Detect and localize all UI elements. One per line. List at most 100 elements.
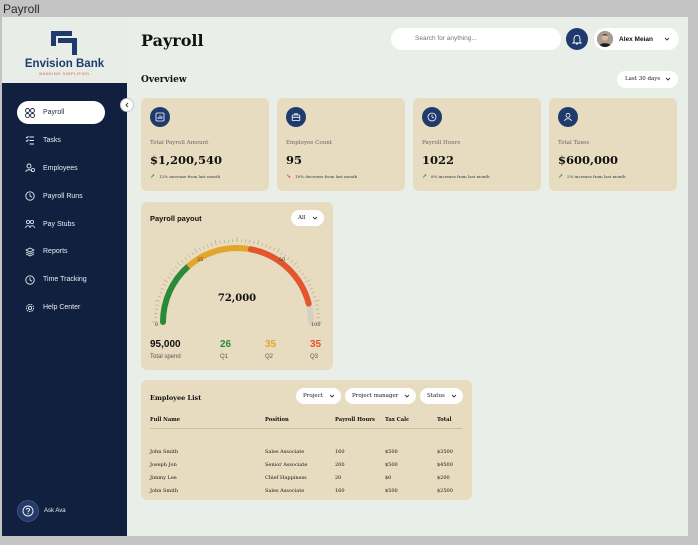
gauge-tick: [219, 240, 221, 244]
cell-position: Sales Associate: [265, 488, 305, 494]
cell-position: Senior Associate: [265, 462, 308, 468]
sidebar-item-pay-stubs[interactable]: Pay Stubs: [17, 213, 105, 236]
gauge-tick: [207, 244, 209, 248]
app-frame: Envision Bank BANKING SIMPLIFIED Payroll…: [2, 17, 688, 536]
notifications-button[interactable]: [566, 28, 588, 50]
sidebar-item-tasks[interactable]: Tasks: [17, 129, 105, 152]
arrow-down-icon: ↘: [286, 173, 292, 180]
gauge-tick: [167, 276, 171, 279]
gauge-tick: [273, 247, 275, 251]
arrow-up-icon: ↗: [558, 173, 564, 180]
cell-full-name: John Smith: [150, 449, 179, 455]
gauge-tick: [176, 261, 181, 266]
gauge-tick: [315, 304, 319, 306]
arrow-up-icon: ↗: [422, 173, 428, 180]
sidebar-item-help-center[interactable]: Help Center: [17, 296, 105, 319]
payroll-payout-card: Payroll payout All 0 25 50 100 72,000 95…: [141, 202, 333, 370]
cell-total: $3500: [437, 449, 453, 455]
stat-label: Employee Count: [286, 140, 333, 146]
collapse-sidebar-button[interactable]: [120, 98, 134, 112]
sidebar-item-payroll[interactable]: Payroll: [17, 101, 105, 124]
column-header-full-name: Full Name: [150, 417, 181, 423]
stat-value: $600,000: [558, 153, 619, 167]
gauge-tick: [306, 279, 311, 283]
gauge-tick: [299, 269, 302, 272]
cell-payroll-hours: 200: [335, 462, 345, 468]
gauge-tick: [293, 261, 298, 266]
sidebar-item-time-tracking[interactable]: Time Tracking: [17, 268, 105, 291]
user-name: Alex Meian: [619, 35, 653, 43]
sidebar-item-payroll-runs[interactable]: Payroll Runs: [17, 185, 105, 208]
cell-total: $4500: [437, 462, 453, 468]
stat-value: 1022: [422, 153, 455, 167]
clock-icon: [25, 275, 35, 285]
gauge-value: 72,000: [217, 293, 257, 304]
sidebar-item-employees[interactable]: Employees: [17, 157, 105, 180]
search-input[interactable]: Search for anything...: [391, 28, 561, 50]
gauge-tick: [161, 288, 165, 290]
stat-change: ↗ 8% increase from last month: [422, 173, 490, 180]
stat-value: $1,200,540: [150, 153, 223, 167]
sidebar-item-label: Tasks: [43, 136, 61, 144]
brand-tagline: BANKING SIMPLIFIED: [39, 71, 90, 76]
gauge-tick: [301, 273, 305, 276]
cell-payroll-hours: 160: [335, 449, 345, 455]
pay-stubs-icon: [25, 219, 35, 229]
project-filter[interactable]: Project: [296, 388, 341, 404]
gauge-tick: [296, 266, 299, 269]
payout-filter-select[interactable]: All: [291, 210, 324, 226]
employee-list-title: Employee List: [150, 394, 202, 402]
column-header-tax-calc: Tax Calc: [385, 417, 410, 423]
cell-full-name: John Smith: [150, 488, 179, 494]
q1-value: 26: [220, 339, 232, 350]
q3-value: 35: [310, 339, 322, 350]
cell-tax-calc: $500: [385, 462, 398, 468]
gauge-tick: [162, 284, 166, 286]
gauge-tick: [199, 247, 201, 251]
gauge-track: [160, 245, 314, 325]
gear-icon: [25, 303, 35, 313]
cell-full-name: Jimmy Lee: [150, 475, 177, 481]
column-header-position: Position: [265, 417, 289, 423]
column-header-payroll-hours: Payroll Hours: [335, 417, 375, 423]
stat-change: ↗ 12% increase from last month: [150, 173, 220, 180]
sidebar-item-reports[interactable]: Reports: [17, 240, 105, 263]
stat-card-total-taxes: Total Taxes $600,000 ↗ 2% increase from l…: [549, 98, 677, 191]
gauge-tick: [269, 246, 271, 250]
brand-logo[interactable]: Envision Bank BANKING SIMPLIFIED: [2, 17, 127, 83]
sidebar-item-label: Employees: [43, 164, 78, 172]
gauge-tick: [184, 257, 187, 260]
total-spend-label: Total spend: [150, 354, 181, 360]
project-manager-filter[interactable]: Project manager: [345, 388, 416, 404]
sidebar-item-label: Payroll: [43, 109, 65, 116]
employee-list-card: Employee List Project Project manager St…: [141, 380, 472, 500]
sidebar-item-label: Help Center: [43, 304, 81, 312]
chevron-down-icon: [451, 394, 457, 398]
chevron-down-icon: [404, 394, 410, 398]
cell-payroll-hours: 160: [335, 488, 345, 494]
gauge-tick-label: 100: [311, 322, 321, 328]
stat-change-text: 12% increase from last month: [159, 174, 221, 179]
chevron-down-icon: [665, 77, 671, 81]
gauge-tick: [280, 252, 283, 256]
status-filter-label: Status: [427, 393, 445, 399]
gauge-tick-label: 50: [279, 257, 285, 263]
date-range-select[interactable]: Last 30 days: [617, 71, 678, 88]
gauge-tick: [188, 254, 191, 258]
stat-card-employee-count: Employee Count 95 ↘ 10% decrease from las…: [277, 98, 405, 191]
status-filter[interactable]: Status: [420, 388, 463, 404]
cell-position: Sales Associate: [265, 449, 305, 455]
user-icon: [558, 107, 578, 127]
gauge-tick: [203, 246, 205, 250]
user-menu[interactable]: Alex Meian: [594, 28, 679, 50]
gauge-tick: [211, 242, 213, 246]
window-title: Payroll: [3, 2, 40, 16]
stat-label: Total Payroll Amount: [150, 140, 209, 146]
clock-icon: [25, 191, 35, 201]
cell-total: $2500: [437, 488, 453, 494]
cell-total: $200: [437, 475, 450, 481]
clock-icon: [422, 107, 442, 127]
ask-ava-button[interactable]: Ask Ava: [17, 500, 66, 522]
sidebar-item-label: Reports: [43, 248, 68, 256]
table-divider: [150, 428, 462, 429]
